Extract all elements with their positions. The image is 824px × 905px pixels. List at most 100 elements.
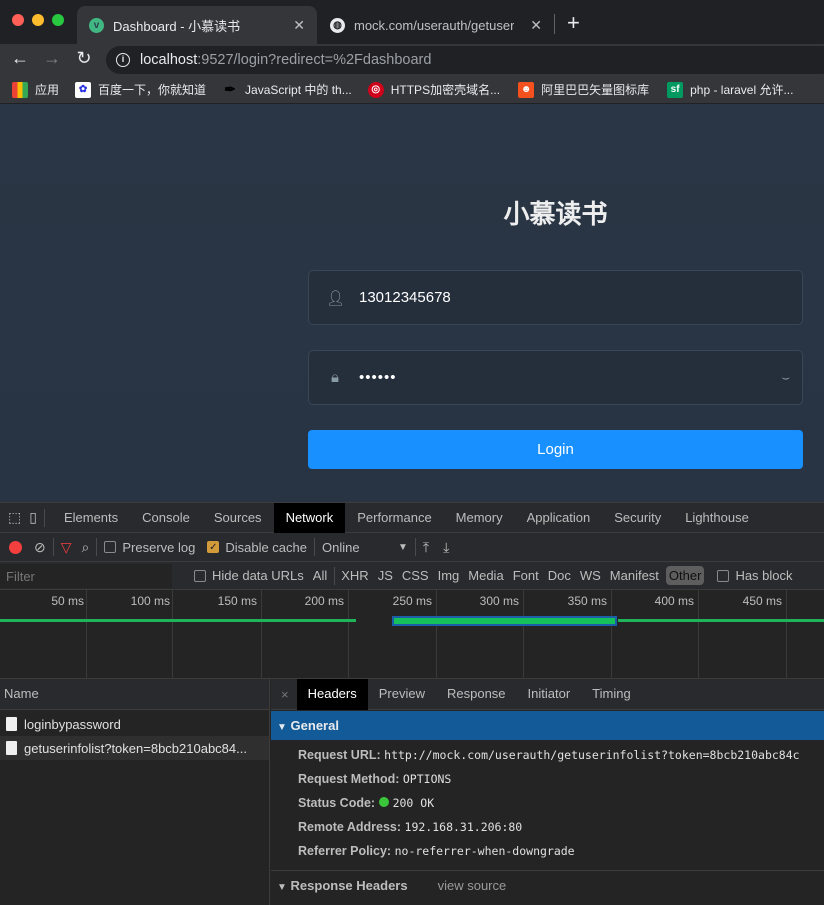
minimize-window-button[interactable]	[32, 14, 44, 26]
username-field[interactable]: 👤︎ 13012345678	[308, 270, 803, 325]
network-overview-timeline[interactable]: 50 ms 100 ms 150 ms 200 ms 250 ms 300 ms…	[0, 590, 824, 679]
import-har-icon[interactable]: ⤒	[423, 539, 429, 556]
devtools-tab-memory[interactable]: Memory	[444, 503, 515, 533]
filter-icon[interactable]: ▽	[61, 539, 72, 556]
request-bar	[0, 619, 356, 622]
filter-type-media[interactable]: Media	[468, 568, 503, 583]
bookmark-javascript[interactable]: ✒ JavaScript 中的 th...	[222, 81, 352, 98]
maximize-window-button[interactable]	[52, 14, 64, 26]
devtools-tab-security[interactable]: Security	[602, 503, 673, 533]
filter-type-other[interactable]: Other	[665, 566, 705, 585]
preserve-log-checkbox[interactable]	[104, 541, 117, 553]
devtools-tab-application[interactable]: Application	[515, 503, 603, 533]
grid-line	[698, 590, 699, 678]
browser-tab-dashboard[interactable]: v Dashboard - 小慕读书 ✕	[77, 6, 317, 44]
forward-arrow-icon[interactable]: →	[40, 48, 64, 69]
name-column-header[interactable]: Name	[0, 679, 269, 710]
general-section-header[interactable]: ▼ General	[271, 711, 824, 740]
tab-divider	[554, 14, 555, 34]
grid-line	[261, 590, 262, 678]
disable-cache-checkbox[interactable]: ✓	[207, 541, 220, 553]
filter-type-js[interactable]: JS	[378, 568, 393, 583]
info-icon[interactable]: i	[116, 53, 130, 67]
devtools-tab-performance[interactable]: Performance	[345, 503, 443, 533]
request-row[interactable]: loginbypassword	[0, 712, 269, 736]
bookmark-apps[interactable]: 应用	[12, 81, 59, 98]
bookmark-label: 百度一下，你就知道	[98, 83, 207, 97]
document-icon	[6, 717, 17, 731]
quill-icon: ✒	[224, 81, 236, 97]
login-button[interactable]: Login	[308, 430, 803, 469]
filter-type-ws[interactable]: WS	[580, 568, 601, 583]
bookmark-label: 阿里巴巴矢量图标库	[541, 83, 650, 97]
throttle-select[interactable]: Online	[322, 540, 398, 555]
lock-icon: 🔒︎	[331, 369, 339, 386]
url-path: :9527/login?redirect=%2Fdashboard	[197, 52, 432, 68]
devtools-tab-sources[interactable]: Sources	[202, 503, 274, 533]
detail-tab-headers[interactable]: Headers	[296, 679, 368, 710]
tick-label: 450 ms	[742, 594, 782, 608]
browser-tab-mock[interactable]: ◍ mock.com/userauth/getuserinf ✕	[318, 6, 554, 44]
globe-icon: ◍	[330, 17, 345, 33]
sf-icon: sf	[667, 81, 684, 98]
login-title: 小慕读书	[503, 199, 608, 229]
filter-type-manifest[interactable]: Manifest	[610, 568, 659, 583]
back-arrow-icon[interactable]: ←	[8, 48, 32, 69]
request-row-selected[interactable]: getuserinfolist?token=8bcb210abc84...	[0, 736, 269, 760]
url-host: localhost	[140, 52, 198, 68]
filter-type-xhr[interactable]: XHR	[341, 568, 368, 583]
chevron-down-icon[interactable]: ▼	[398, 542, 408, 553]
detail-tab-response[interactable]: Response	[436, 679, 517, 710]
devtools-tab-console[interactable]: Console	[130, 503, 202, 533]
tab-title: Dashboard - 小慕读书	[113, 18, 241, 34]
devtools-tab-network[interactable]: Network	[273, 502, 346, 533]
record-button[interactable]	[9, 540, 22, 554]
login-page: 小慕读书 👤︎ 13012345678 🔒︎ •••••• ⌣ Login	[0, 104, 824, 502]
detail-tab-timing[interactable]: Timing	[581, 679, 642, 710]
devtools-tab-lighthouse[interactable]: Lighthouse	[673, 503, 761, 533]
hide-data-urls-label: Hide data URLs	[212, 568, 304, 583]
bookmark-iconfont[interactable]: ☻ 阿里巴巴矢量图标库	[518, 81, 649, 98]
filter-type-all[interactable]: All	[313, 568, 327, 583]
detail-tab-initiator[interactable]: Initiator	[517, 679, 582, 710]
grid-line	[172, 590, 173, 678]
view-source-link[interactable]: view source	[438, 878, 507, 893]
tick-label: 300 ms	[479, 594, 519, 608]
search-icon[interactable]: ⌕	[82, 539, 90, 556]
close-detail-icon[interactable]: ×	[271, 687, 297, 702]
password-input[interactable]: ••••••	[359, 369, 397, 386]
devtools-panel: ⬚ ▯ Elements Console Sources Network Per…	[0, 502, 824, 905]
export-har-icon[interactable]: ⤓	[443, 539, 449, 556]
close-window-button[interactable]	[12, 14, 24, 26]
filter-input[interactable]: Filter	[0, 563, 172, 588]
device-toolbar-icon[interactable]: ▯	[29, 509, 37, 526]
close-tab-icon[interactable]: ✕	[530, 17, 542, 34]
close-tab-icon[interactable]: ✕	[293, 17, 305, 34]
has-blocked-checkbox[interactable]	[717, 569, 730, 582]
password-field[interactable]: 🔒︎ •••••• ⌣	[308, 350, 803, 405]
triangle-down-icon: ▼	[277, 722, 287, 733]
filter-type-doc[interactable]: Doc	[548, 568, 571, 583]
bookmark-baidu[interactable]: ✿ 百度一下，你就知道	[75, 81, 206, 98]
response-headers-section-header[interactable]: ▼ Response Headers view source	[271, 870, 824, 900]
tick-label: 200 ms	[304, 594, 344, 608]
hide-data-urls-checkbox[interactable]	[194, 569, 206, 582]
bookmark-php[interactable]: sf php - laravel 允许...	[667, 81, 793, 98]
filter-type-css[interactable]: CSS	[402, 568, 429, 583]
reload-icon[interactable]: ↻	[72, 48, 96, 69]
grid-line	[86, 590, 87, 678]
detail-tab-preview[interactable]: Preview	[368, 679, 436, 710]
filter-type-img[interactable]: Img	[438, 568, 460, 583]
eye-closed-icon[interactable]: ⌣	[781, 370, 790, 386]
filter-type-font[interactable]: Font	[513, 568, 539, 583]
address-bar[interactable]: i localhost:9527/login?redirect=%2Fdashb…	[106, 46, 824, 74]
new-tab-button[interactable]: +	[567, 10, 580, 36]
username-input[interactable]: 13012345678	[359, 289, 451, 306]
devtools-tab-elements[interactable]: Elements	[52, 503, 130, 533]
inspect-element-icon[interactable]: ⬚	[8, 509, 21, 526]
iconfont-icon: ☻	[518, 81, 535, 98]
grid-line	[523, 590, 524, 678]
preserve-log-label: Preserve log	[122, 539, 196, 555]
clear-icon[interactable]: ⊘	[34, 539, 46, 556]
bookmark-https[interactable]: ◎ HTTPS加密壳域名...	[367, 81, 500, 98]
